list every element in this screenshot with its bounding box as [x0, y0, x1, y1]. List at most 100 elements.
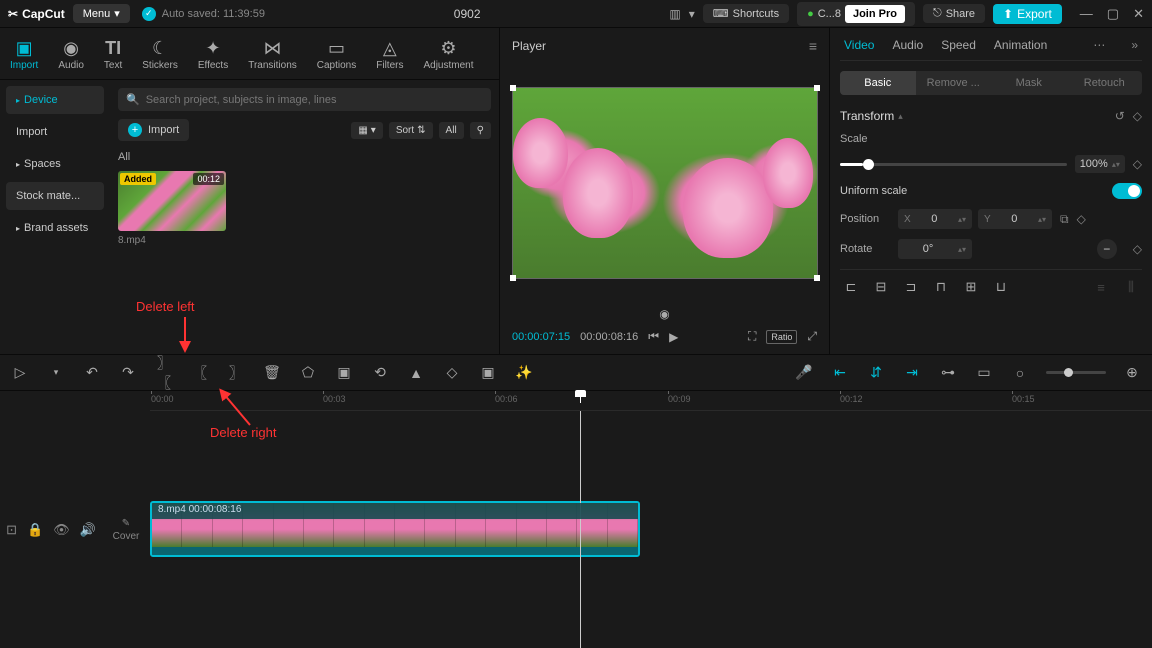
crop-icon[interactable]: ▣	[478, 364, 498, 381]
delete-right-icon[interactable]: 〗	[226, 363, 246, 383]
zoom-in-icon[interactable]: ⊕	[1122, 364, 1142, 381]
resize-handle[interactable]	[814, 275, 820, 281]
eye-icon[interactable]: 👁	[53, 522, 70, 538]
import-button[interactable]: +Import	[118, 119, 189, 141]
props-tab-animation[interactable]: Animation	[994, 38, 1047, 52]
fullscreen-icon[interactable]: ⤢	[807, 329, 817, 344]
minimize-icon[interactable]: —	[1080, 6, 1093, 22]
sidebar-item-spaces[interactable]: ▸Spaces	[6, 150, 104, 178]
share-button[interactable]: ⎋Share	[923, 4, 985, 23]
mirror-icon[interactable]: ▲	[406, 365, 426, 381]
copy-icon[interactable]: ▣	[334, 364, 354, 381]
sidebar-item-import[interactable]: Import	[6, 118, 104, 146]
sidebar-item-device[interactable]: ▸Device	[6, 86, 104, 114]
eye-icon[interactable]: ◉	[506, 307, 823, 321]
rotate-icon[interactable]: ◇	[442, 364, 462, 381]
cover-button[interactable]: ✎ Cover	[102, 411, 150, 648]
flip-button[interactable]: −	[1097, 239, 1117, 259]
tab-import[interactable]: ▣Import	[10, 34, 38, 79]
delete-icon[interactable]: 🗑	[262, 364, 282, 381]
split-icon[interactable]: 〗〖	[154, 353, 174, 393]
scale-value[interactable]: 100%▴▾	[1075, 155, 1125, 173]
subtab-remove[interactable]: Remove ...	[916, 71, 992, 95]
reverse-icon[interactable]: ⟲	[370, 364, 390, 381]
align-left-icon[interactable]: ⊏	[840, 276, 862, 298]
magnet-icon[interactable]: ⊶	[938, 364, 958, 381]
link-icon[interactable]: ⧉	[1060, 212, 1069, 227]
rotate-input[interactable]: 0°▴▾	[898, 239, 972, 259]
layout-icon[interactable]: ▥	[669, 7, 680, 21]
link-icon[interactable]: ⊡	[6, 522, 17, 538]
delete-left-icon[interactable]: 〖	[190, 363, 210, 383]
pro-icon[interactable]: ✨	[514, 364, 534, 381]
keyframe-icon[interactable]: ◇	[1133, 109, 1142, 123]
preview-icon[interactable]: ▭	[974, 364, 994, 381]
undo-icon[interactable]: ↶	[82, 364, 102, 381]
uniform-scale-toggle[interactable]	[1112, 183, 1142, 199]
zoom-out-icon[interactable]: ○	[1010, 365, 1030, 381]
scale-slider[interactable]	[840, 163, 1067, 166]
chevron-down-icon[interactable]: ▾	[46, 367, 66, 378]
pointer-icon[interactable]: ▷	[10, 364, 30, 381]
keyframe-icon[interactable]: ◇	[1133, 157, 1142, 171]
shield-icon[interactable]: ⬠	[298, 364, 318, 381]
position-x-input[interactable]: X0▴▾	[898, 209, 972, 229]
sound-icon[interactable]: 🔊	[80, 522, 96, 538]
play-icon[interactable]: ▶	[669, 330, 678, 344]
keyframe-icon[interactable]: ◇	[1133, 242, 1142, 256]
sort-button[interactable]: Sort ⇅	[389, 122, 433, 139]
subtab-basic[interactable]: Basic	[840, 71, 916, 95]
distribute-v-icon[interactable]: ⫼	[1120, 276, 1142, 298]
playhead-line[interactable]	[580, 411, 581, 648]
sidebar-item-stock[interactable]: Stock mate...	[6, 182, 104, 210]
view-grid-button[interactable]: ▦▾	[351, 122, 382, 139]
mic-icon[interactable]: 🎤	[794, 364, 814, 381]
player-canvas[interactable]	[506, 64, 823, 301]
subtab-mask[interactable]: Mask	[991, 71, 1067, 95]
reset-icon[interactable]: ↺	[1115, 109, 1125, 123]
align-right-icon[interactable]: ⊐	[900, 276, 922, 298]
timeline-ruler[interactable]: 00:00 00:03 00:06 00:09 00:12 00:15	[150, 391, 1152, 411]
align-center-v-icon[interactable]: ⊞	[960, 276, 982, 298]
zoom-slider[interactable]	[1046, 371, 1106, 374]
snap-center-icon[interactable]: ⇵	[866, 364, 886, 381]
subtab-retouch[interactable]: Retouch	[1067, 71, 1143, 95]
lock-icon[interactable]: 🔒	[27, 522, 43, 538]
crop-icon[interactable]: ⛶	[748, 329, 756, 344]
export-button[interactable]: ⬆Export	[993, 4, 1062, 24]
props-tab-audio[interactable]: Audio	[892, 38, 923, 52]
snap-start-icon[interactable]: ⇤	[830, 364, 850, 381]
tab-transitions[interactable]: ⋈Transitions	[248, 34, 297, 79]
sidebar-item-brand[interactable]: ▸Brand assets	[6, 214, 104, 242]
snap-end-icon[interactable]: ⇥	[902, 364, 922, 381]
credits-chip[interactable]: ●C...8Join Pro	[797, 2, 915, 26]
align-bottom-icon[interactable]: ⊔	[990, 276, 1012, 298]
props-tab-video[interactable]: Video	[844, 38, 874, 52]
search-input[interactable]: 🔍 Search project, subjects in image, lin…	[118, 88, 491, 111]
prev-frame-icon[interactable]: ⏮	[648, 329, 659, 344]
close-icon[interactable]: ✕	[1133, 6, 1144, 22]
playhead-handle[interactable]	[580, 391, 581, 403]
filter-all-button[interactable]: All	[439, 122, 464, 139]
tab-captions[interactable]: ▭Captions	[317, 34, 356, 79]
tab-stickers[interactable]: ☾Stickers	[142, 34, 178, 79]
tab-audio[interactable]: ◉Audio	[58, 34, 84, 79]
join-pro-button[interactable]: Join Pro	[845, 5, 905, 23]
resize-handle[interactable]	[510, 275, 516, 281]
tab-text[interactable]: TIText	[104, 34, 122, 79]
shortcuts-button[interactable]: ⌨Shortcuts	[703, 4, 789, 23]
media-clip[interactable]: Added 00:12 8.mp4	[118, 171, 226, 246]
tab-adjustment[interactable]: ⚙Adjustment	[423, 34, 473, 79]
props-tab-speed[interactable]: Speed	[941, 38, 976, 52]
tab-effects[interactable]: ✦Effects	[198, 34, 228, 79]
position-y-input[interactable]: Y0▴▾	[978, 209, 1052, 229]
redo-icon[interactable]: ↷	[118, 364, 138, 381]
resize-handle[interactable]	[814, 85, 820, 91]
menu-button[interactable]: Menu▾	[73, 4, 130, 23]
filter-icon-button[interactable]: ⚲	[470, 122, 491, 139]
chevron-down-icon[interactable]: ▾	[689, 7, 695, 21]
timeline-clip[interactable]: 8.mp4 00:00:08:16	[150, 501, 640, 557]
resize-handle[interactable]	[510, 85, 516, 91]
player-menu-icon[interactable]: ≡	[809, 38, 817, 54]
tab-filters[interactable]: ◬Filters	[376, 34, 403, 79]
